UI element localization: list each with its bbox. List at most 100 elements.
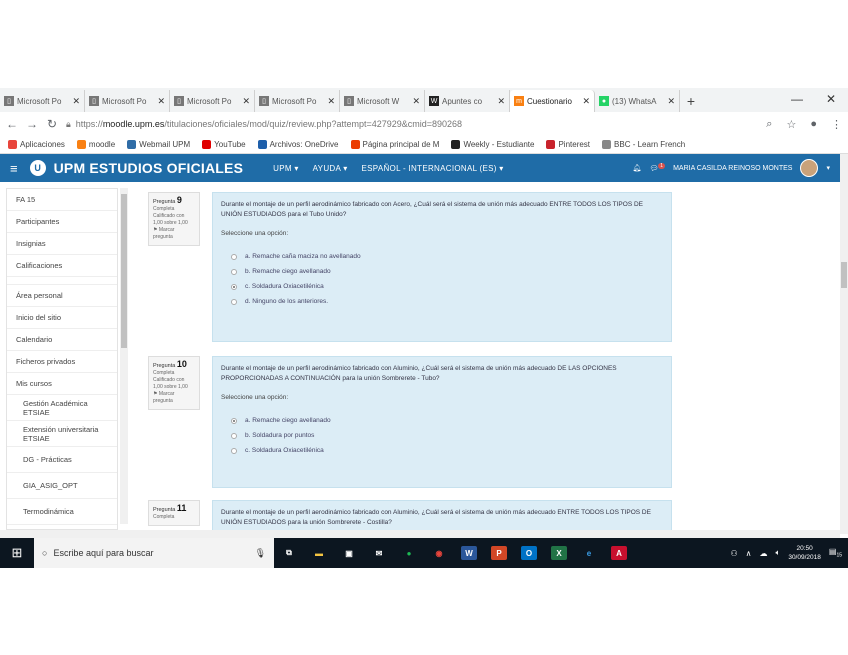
bookmark-star-icon[interactable]: ☆ [786,118,796,131]
bookmark-item[interactable]: YouTube [202,140,246,149]
menu-dots-icon[interactable]: ⋮ [831,118,842,131]
radio-button[interactable] [231,253,237,260]
drawer-item[interactable]: Área personal [7,285,117,307]
bookmark-item[interactable]: moodle [76,140,115,149]
bookmark-item[interactable]: Archivos: OneDrive [257,140,339,149]
close-tab-icon[interactable]: ✕ [582,96,590,107]
back-icon[interactable]: ← [6,117,18,131]
bookmark-item[interactable]: Webmail UPM [127,140,190,149]
close-tab-icon[interactable]: ✕ [667,96,675,107]
page-scrollbar[interactable] [840,154,848,534]
bookmark-item[interactable]: Weekly - Estudiante [451,140,534,149]
close-tab-icon[interactable]: ✕ [327,96,335,107]
answer-option[interactable]: b. Remache ciego avellanado [221,264,663,279]
windows-start-icon[interactable]: ⊞ [0,545,34,561]
outlook-taskbar-button[interactable]: O [514,538,544,568]
powerpoint-taskbar-button[interactable]: P [484,538,514,568]
site-title[interactable]: UPM ESTUDIOS OFICIALES [54,160,244,176]
word-taskbar-button[interactable]: W [454,538,484,568]
browser-tab[interactable]: m Cuestionario ✕ [510,90,595,112]
chevron-down-icon[interactable]: ▾ [826,164,830,172]
drawer-item[interactable]: FA 15 [7,189,117,211]
minimize-button[interactable]: — [780,88,814,112]
drawer-course-item[interactable]: Termodinámica [7,499,117,525]
bookmark-item[interactable]: Pinterest [546,140,590,149]
drawer-item[interactable]: Calendario [7,329,117,351]
volume-icon[interactable]: 🔈︎ [776,548,781,558]
drawer-scrollbar-thumb[interactable] [121,194,127,348]
url-field[interactable]: 🔒︎ https://moodle.upm.es/titulaciones/of… [66,119,752,130]
bell-icon[interactable]: 🔔︎ [633,164,642,172]
close-window-button[interactable]: ✕ [814,88,848,112]
messages-icon[interactable]: 💬︎ 1 [649,163,666,173]
clock[interactable]: 20:50 30/09/2018 [788,544,821,562]
network-icon[interactable]: ☁ [760,549,768,558]
forward-icon[interactable]: → [26,117,38,131]
tray-chevron-icon[interactable]: ∧ [746,549,752,558]
radio-button[interactable] [231,417,237,424]
answer-option[interactable]: d. Ninguno de los anteriores. [221,294,663,309]
flag-question-link[interactable]: ⚑ Marcar pregunta [153,391,195,405]
answer-option[interactable]: b. Soldadura por puntos [221,428,663,443]
bookmark-item[interactable]: BBC - Learn French [602,140,685,149]
drawer-scrollbar[interactable] [120,188,128,524]
browser-tab[interactable]: ▯ Microsoft Po ✕ [0,90,85,112]
acrobat-taskbar-button[interactable]: A [604,538,634,568]
hamburger-menu-icon[interactable]: ≡ [10,161,18,176]
answer-option[interactable]: a. Remache ciego avellanado [221,413,663,428]
radio-button[interactable] [231,268,237,275]
browser-tab[interactable]: ▯ Microsoft W ✕ [340,90,425,112]
upm-logo[interactable]: U [29,160,46,176]
bookmark-item[interactable]: Aplicaciones [8,140,65,149]
microphone-icon[interactable]: 🎙︎ [255,548,266,559]
drawer-course-item[interactable]: GIA_ASIG_OPT [7,473,117,499]
drawer-course-item[interactable]: Gestión Académica ETSIAE [7,395,117,421]
radio-button[interactable] [231,283,237,290]
scrollbar-thumb[interactable] [841,262,847,288]
drawer-item[interactable]: Participantes [7,211,117,233]
avatar[interactable] [800,159,819,177]
task-view-taskbar-button[interactable]: ⧉ [274,538,304,568]
drawer-item[interactable]: Insignias [7,233,117,255]
close-tab-icon[interactable]: ✕ [242,96,250,107]
browser-tab[interactable]: ▯ Microsoft Po ✕ [170,90,255,112]
spotify-taskbar-button[interactable]: ● [394,538,424,568]
close-tab-icon[interactable]: ✕ [72,96,80,107]
drawer-item[interactable]: Calificaciones [7,255,117,277]
edge-taskbar-button[interactable]: e [574,538,604,568]
horizontal-scrollbar[interactable] [0,530,840,538]
drawer-item[interactable]: Mis cursos [7,373,117,395]
drawer-course-item[interactable]: Extensión universitaria ETSIAE [7,421,117,447]
close-tab-icon[interactable]: ✕ [497,96,505,107]
close-tab-icon[interactable]: ✕ [157,96,165,107]
profile-icon[interactable]: ● [810,118,817,130]
new-tab-button[interactable]: + [680,90,702,112]
drawer-course-item[interactable]: DG - Prácticas [7,447,117,473]
radio-button[interactable] [231,298,237,305]
taskbar-search[interactable]: ○ Escribe aquí para buscar 🎙︎ [34,538,274,568]
chrome-taskbar-button[interactable]: ◉ [424,538,454,568]
mail-taskbar-button[interactable]: ✉ [364,538,394,568]
menu-upm[interactable]: UPM ▾ [273,164,299,173]
drawer-item[interactable]: Ficheros privados [7,351,117,373]
store-taskbar-button[interactable]: ▣ [334,538,364,568]
radio-button[interactable] [231,432,237,439]
people-icon[interactable]: ⚇ [730,549,737,558]
menu-ayuda[interactable]: AYUDA ▾ [313,164,348,173]
browser-tab[interactable]: ● (13) WhatsA ✕ [595,90,680,112]
browser-tab[interactable]: ▯ Microsoft Po ✕ [255,90,340,112]
reload-icon[interactable]: ↻ [46,117,58,131]
radio-button[interactable] [231,447,237,454]
answer-option[interactable]: a. Remache caña maciza no avellanado [221,249,663,264]
answer-option[interactable]: c. Soldadura Oxiacetilénica [221,443,663,458]
action-center-icon[interactable]: ▤15 [829,547,842,559]
excel-taskbar-button[interactable]: X [544,538,574,568]
browser-tab[interactable]: ▯ Microsoft Po ✕ [85,90,170,112]
drawer-item[interactable]: Inicio del sitio [7,307,117,329]
file-explorer-taskbar-button[interactable]: ▬ [304,538,334,568]
menu-language[interactable]: ESPAÑOL - INTERNACIONAL (ES) ▾ [362,164,504,173]
bookmark-item[interactable]: Página principal de M [350,140,439,149]
answer-option[interactable]: c. Soldadura Oxiacetilénica [221,279,663,294]
flag-question-link[interactable]: ⚑ Marcar pregunta [153,227,195,241]
close-tab-icon[interactable]: ✕ [412,96,420,107]
